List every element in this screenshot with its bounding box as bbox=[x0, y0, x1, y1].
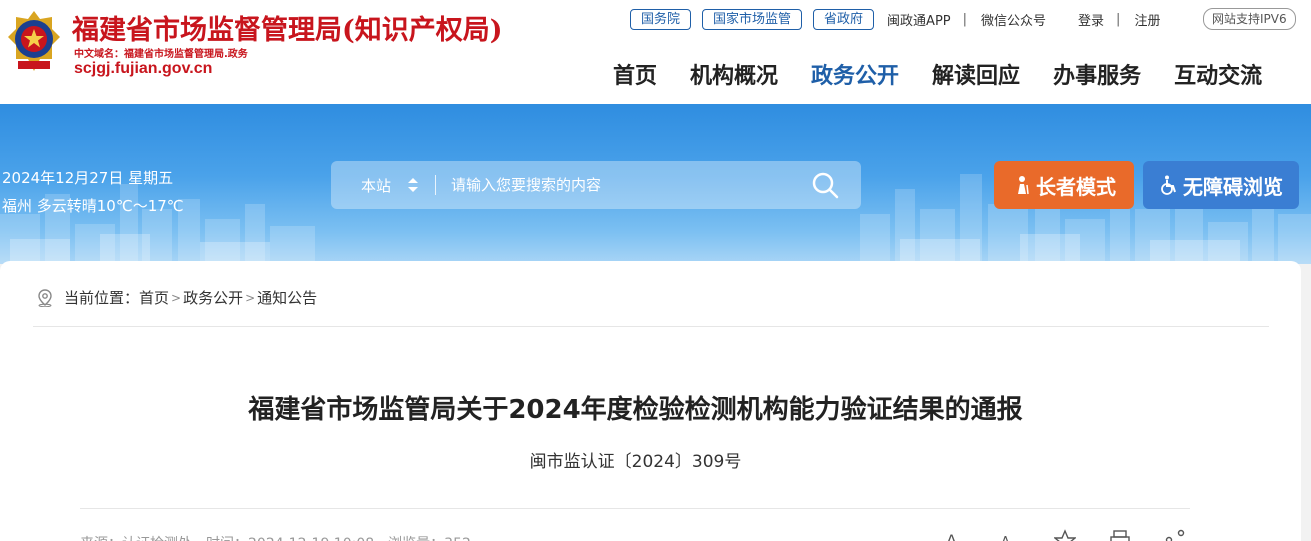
police-emblem-icon bbox=[8, 11, 60, 71]
accessible-browse-button[interactable]: 无障碍浏览 bbox=[1143, 161, 1299, 209]
article-title: 福建省市场监管局关于2024年度检验检测机构能力验证结果的通报 bbox=[248, 395, 1023, 425]
search-bar: 本站 bbox=[331, 161, 861, 209]
link-app[interactable]: 闽政通APP bbox=[887, 10, 951, 29]
separator: | bbox=[1116, 11, 1121, 27]
breadcrumb-home[interactable]: 首页 bbox=[139, 287, 169, 308]
breadcrumb: 当前位置： 首页 > 政务公开 > 通知公告 bbox=[36, 287, 317, 308]
nav-gov-affairs[interactable]: 政务公开 bbox=[811, 58, 899, 90]
elder-mode-label: 长者模式 bbox=[1036, 174, 1116, 199]
link-provincial-gov[interactable]: 省政府 bbox=[813, 8, 875, 30]
link-samr[interactable]: 国家市场监管 bbox=[702, 8, 803, 30]
font-size-icon[interactable]: A bbox=[944, 529, 966, 541]
link-wechat[interactable]: 微信公众号 bbox=[981, 10, 1046, 29]
site-header: 福建省市场监督管理局(知识产权局) 中文域名：福建省市场监督管理局.政务 scj… bbox=[0, 0, 1311, 104]
weather-info: 福州 多云转晴10℃～17℃ bbox=[2, 197, 184, 215]
register-link[interactable]: 注册 bbox=[1134, 10, 1160, 29]
elder-mode-button[interactable]: 长者模式 bbox=[994, 161, 1134, 209]
elder-person-icon bbox=[1018, 176, 1029, 195]
separator: | bbox=[962, 11, 968, 27]
nav-about[interactable]: 机构概况 bbox=[690, 58, 778, 90]
svg-text:A: A bbox=[946, 531, 957, 541]
breadcrumb-separator: > bbox=[245, 290, 256, 305]
banner: 2024年12月27日 星期五 福州 多云转晴10℃～17℃ 本站 长者模式 无… bbox=[0, 104, 1311, 264]
share-icon[interactable] bbox=[1164, 529, 1186, 541]
wheelchair-icon bbox=[1161, 175, 1176, 195]
font-size-small-icon[interactable]: A bbox=[999, 529, 1021, 541]
divider-line bbox=[33, 326, 1269, 327]
search-input[interactable] bbox=[451, 173, 791, 197]
print-icon[interactable] bbox=[1109, 529, 1131, 541]
location-pin-icon bbox=[38, 288, 52, 307]
breadcrumb-label: 当前位置： bbox=[64, 289, 140, 307]
nav-interaction[interactable]: 互动交流 bbox=[1174, 58, 1262, 90]
article-tools: A A bbox=[944, 529, 1219, 541]
date-weather: 2024年12月27日 星期五 福州 多云转晴10℃～17℃ bbox=[2, 164, 184, 220]
article-meta: 来源：认证检测处 时间：2024-12-19 10:08 浏览量：352 bbox=[80, 533, 471, 541]
breadcrumb-gov-affairs[interactable]: 政务公开 bbox=[183, 287, 243, 308]
content-card: 当前位置： 首页 > 政务公开 > 通知公告 福建省市场监管局关于2024年度检… bbox=[0, 261, 1301, 541]
search-scope-select[interactable]: 本站 bbox=[361, 175, 391, 196]
search-icon[interactable] bbox=[811, 171, 839, 199]
link-state-council[interactable]: 国务院 bbox=[630, 8, 692, 30]
svg-text:A: A bbox=[1001, 535, 1010, 541]
main-nav: 首页 机构概况 政务公开 解读回应 办事服务 互动交流 bbox=[613, 58, 1262, 90]
document-number: 闽市监认证〔2024〕309号 bbox=[529, 452, 742, 472]
breadcrumb-separator: > bbox=[171, 290, 182, 305]
chinese-domain: 中文域名：福建省市场监督管理局.政务 bbox=[74, 49, 248, 60]
nav-services[interactable]: 办事服务 bbox=[1053, 58, 1141, 90]
ipv6-badge: 网站支持IPV6 bbox=[1203, 8, 1296, 30]
top-links: 国务院 国家市场监管 省政府 闽政通APP | 微信公众号 登录 | 注册 bbox=[630, 8, 1160, 30]
favorite-icon[interactable] bbox=[1054, 529, 1076, 541]
login-link[interactable]: 登录 bbox=[1078, 10, 1104, 29]
english-domain: scjgj.fujian.gov.cn bbox=[74, 60, 213, 77]
breadcrumb-notices[interactable]: 通知公告 bbox=[257, 287, 317, 308]
site-title: 福建省市场监督管理局(知识产权局) bbox=[72, 15, 503, 46]
sort-arrows-icon[interactable] bbox=[408, 178, 418, 192]
accessible-browse-label: 无障碍浏览 bbox=[1183, 174, 1283, 199]
search-divider bbox=[435, 175, 436, 195]
divider-line bbox=[80, 508, 1190, 509]
nav-interpretation[interactable]: 解读回应 bbox=[932, 58, 1020, 90]
nav-home[interactable]: 首页 bbox=[613, 58, 657, 90]
current-date: 2024年12月27日 星期五 bbox=[2, 169, 174, 187]
